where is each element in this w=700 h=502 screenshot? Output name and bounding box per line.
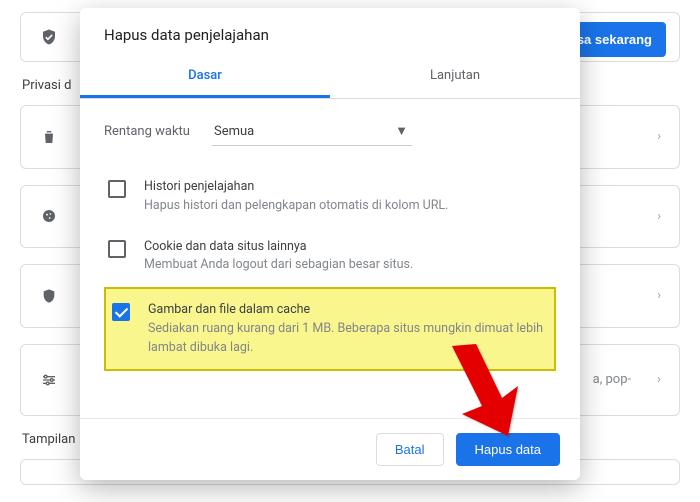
tab-basic[interactable]: Dasar bbox=[80, 58, 330, 98]
sliders-icon bbox=[39, 370, 59, 390]
dialog-footer: Batal Hapus data bbox=[80, 418, 580, 480]
chevron-right-icon: › bbox=[657, 129, 661, 144]
caret-down-icon: ▼ bbox=[395, 123, 408, 139]
option-desc: Membuat Anda logout dari sebagian besar … bbox=[144, 256, 413, 275]
option-title: Gambar dan file dalam cache bbox=[148, 301, 550, 320]
time-range-select[interactable]: Semua ▼ bbox=[212, 117, 412, 146]
shield-icon bbox=[39, 286, 59, 306]
chevron-right-icon: › bbox=[657, 209, 661, 224]
chevron-right-icon: › bbox=[657, 372, 661, 387]
option-cached-images[interactable]: Gambar dan file dalam cache Sediakan rua… bbox=[104, 287, 556, 371]
shield-check-icon bbox=[39, 27, 59, 47]
option-title: Cookie dan data situs lainnya bbox=[144, 238, 413, 257]
option-desc: Hapus histori dan pelengkapan otomatis d… bbox=[144, 197, 448, 216]
option-title: Histori penjelajahan bbox=[144, 178, 448, 197]
option-browsing-history[interactable]: Histori penjelajahan Hapus histori dan p… bbox=[104, 168, 556, 228]
checkbox-cached-images[interactable] bbox=[112, 303, 130, 321]
dialog-tabs: Dasar Lanjutan bbox=[80, 58, 580, 99]
cancel-button[interactable]: Batal bbox=[376, 433, 444, 466]
time-range-value: Semua bbox=[214, 124, 254, 139]
clear-browsing-data-dialog: Hapus data penjelajahan Dasar Lanjutan R… bbox=[80, 8, 580, 480]
chevron-right-icon: › bbox=[657, 288, 661, 303]
cookie-icon bbox=[39, 206, 59, 226]
option-desc: Sediakan ruang kurang dari 1 MB. Beberap… bbox=[148, 320, 550, 358]
trash-icon bbox=[39, 127, 59, 147]
time-range-label: Rentang waktu bbox=[104, 124, 190, 139]
checkbox-cookies[interactable] bbox=[108, 240, 126, 258]
checkbox-browsing-history[interactable] bbox=[108, 180, 126, 198]
clear-data-button[interactable]: Hapus data bbox=[456, 433, 561, 466]
tab-advanced[interactable]: Lanjutan bbox=[330, 58, 580, 98]
dialog-title: Hapus data penjelajahan bbox=[80, 8, 580, 58]
option-cookies[interactable]: Cookie dan data situs lainnya Membuat An… bbox=[104, 228, 556, 288]
bg-row-trail: a, pop- bbox=[593, 372, 631, 387]
